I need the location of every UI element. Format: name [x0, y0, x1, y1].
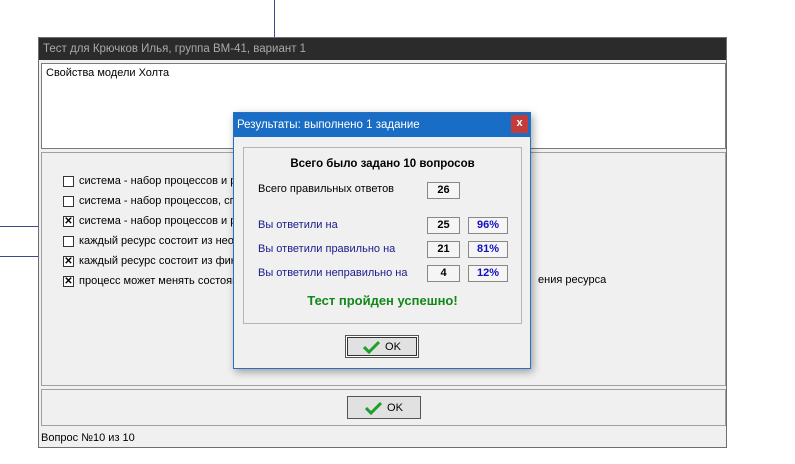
- wrong-percent: 12%: [468, 265, 508, 282]
- correct-value: 21: [427, 241, 460, 258]
- background-window-line-horizontal: [0, 226, 38, 227]
- answered-value: 25: [427, 217, 460, 234]
- wrong-label: Вы ответили неправильно на: [258, 267, 408, 279]
- results-dialog: Результаты: выполнено 1 задание x Всего …: [233, 112, 531, 369]
- answer-label-tail: ения ресурса: [538, 274, 607, 286]
- question-text: Свойства модели Холта: [46, 67, 170, 79]
- answer-label: система - набор процессов, спо: [79, 195, 242, 207]
- checkmark-icon: [365, 401, 383, 415]
- answer-checkbox[interactable]: [63, 195, 74, 207]
- correct-percent: 81%: [468, 241, 508, 258]
- window-title: Тест для Крючков Илья, группа ВМ-41, вар…: [39, 38, 726, 60]
- answer-label: каждый ресурс состоит из неог: [79, 235, 238, 247]
- answer-label: система - набор процессов и ре: [79, 215, 243, 227]
- results-heading: Всего было задано 10 вопросов: [290, 158, 475, 170]
- answer-option[interactable]: ✕ каждый ресурс состоит из фик: [63, 253, 236, 269]
- close-button[interactable]: x: [511, 115, 528, 133]
- answer-option[interactable]: система - набор процессов, спо: [63, 193, 242, 209]
- ok-panel: OK: [41, 389, 726, 426]
- answer-option[interactable]: ✕ система - набор процессов и ре: [63, 213, 242, 229]
- dialog-ok-label: OK: [385, 340, 401, 353]
- total-correct-label: Всего правильных ответов: [258, 183, 395, 195]
- wrong-value: 4: [427, 265, 460, 282]
- total-correct-value: 26: [427, 182, 460, 199]
- results-frame: Всего было задано 10 вопросов Всего прав…: [243, 147, 522, 324]
- question-counter: Вопрос №10 из 10: [41, 432, 135, 444]
- answered-percent: 96%: [468, 217, 508, 234]
- ok-button[interactable]: OK: [347, 396, 421, 419]
- correct-label: Вы ответили правильно на: [258, 243, 396, 255]
- dialog-title: Результаты: выполнено 1 задание: [234, 113, 530, 137]
- answer-checkbox[interactable]: ✕: [63, 215, 74, 227]
- background-window-line-vertical: [274, 0, 275, 37]
- answer-label: каждый ресурс состоит из фик: [79, 255, 236, 267]
- answer-option[interactable]: система - набор процессов и ре: [63, 173, 242, 189]
- answered-label: Вы ответили на: [258, 219, 338, 231]
- dialog-ok-button[interactable]: OK: [345, 335, 419, 358]
- answer-checkbox[interactable]: ✕: [63, 275, 74, 287]
- checkmark-icon: [363, 340, 381, 354]
- answer-option[interactable]: ✕ процесс может менять состоян: [63, 273, 238, 289]
- answer-label: система - набор процессов и ре: [79, 175, 243, 187]
- answer-checkbox[interactable]: [63, 235, 74, 247]
- result-message: Тест пройден успешно!: [307, 293, 458, 308]
- answer-label: процесс может менять состоян: [79, 275, 239, 287]
- status-bar: Вопрос №10 из 10: [41, 430, 726, 446]
- answer-checkbox[interactable]: [63, 175, 74, 187]
- ok-button-label: OK: [387, 401, 403, 414]
- background-window-line-horizontal: [0, 256, 38, 257]
- answer-checkbox[interactable]: ✕: [63, 255, 74, 267]
- answer-option[interactable]: каждый ресурс состоит из неог: [63, 233, 238, 249]
- close-icon: x: [516, 117, 523, 129]
